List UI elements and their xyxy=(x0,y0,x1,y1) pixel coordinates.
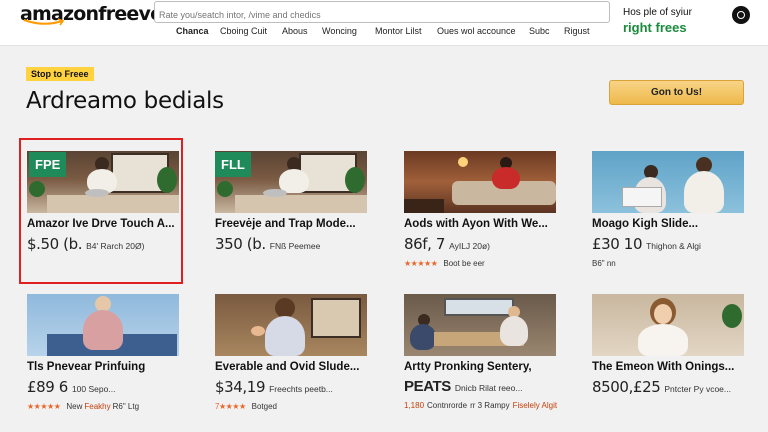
card-thumbnail xyxy=(215,294,367,356)
card-subtext: 1,180 xyxy=(404,401,425,410)
search-input[interactable] xyxy=(154,1,610,23)
card-thumbnail xyxy=(27,294,179,356)
rating-stars: ★★★★★ xyxy=(404,259,438,268)
card-price: $34,19 xyxy=(215,378,266,396)
promo-line1: Hos ple of syiur xyxy=(623,7,692,18)
card-title: Amazor Ive Drve Touch A... xyxy=(27,218,175,230)
product-card[interactable]: Artty Pronking Sentery, PEATS Dnicb Rila… xyxy=(404,294,558,410)
card-price: £30 10 xyxy=(592,235,643,253)
go-to-us-button[interactable]: Gon to Us! xyxy=(609,80,744,105)
card-title: Tls Pnevear Prinfuing xyxy=(27,361,146,373)
top-nav: Chanca Cboing Cuit Abous Woncing Montor … xyxy=(176,26,604,36)
card-price: 86f, 7 xyxy=(404,235,446,253)
top-header: amazonfreevee Chanca Cboing Cuit Abous W… xyxy=(0,0,768,46)
logo-smile-icon xyxy=(23,18,65,26)
nav-item[interactable]: Chanca xyxy=(176,26,220,36)
card-subtext: R6" Ltg xyxy=(112,402,140,411)
card-title: Aods with Ayon With We... xyxy=(404,218,548,230)
card-subtext: Feakhy xyxy=(84,402,111,411)
card-price: 8500,£25 xyxy=(592,378,661,396)
card-meta: AyILJ 20ø) xyxy=(449,241,491,251)
card-price: $.50 (b. xyxy=(27,235,83,253)
product-card[interactable]: Tls Pnevear Prinfuing £89 6 100 Sepo... … xyxy=(27,294,179,411)
product-card[interactable]: Aods with Ayon With We... 86f, 7 AyILJ 2… xyxy=(404,151,556,268)
card-title: Ṁoago Kigh Slide... xyxy=(592,218,699,230)
card-subtext: Botged xyxy=(251,402,277,411)
card-price: PEATS xyxy=(404,378,451,395)
card-thumbnail xyxy=(404,294,556,356)
card-thumbnail xyxy=(592,151,744,213)
nav-item[interactable]: Cboing Cuit xyxy=(220,26,282,36)
card-subtext: Boot be eer xyxy=(443,259,485,268)
card-meta: FNß Peemee xyxy=(269,241,321,251)
card-price: £89 6 xyxy=(27,378,68,396)
card-title: The Emeon With Onings... xyxy=(592,361,735,373)
card-title: Everable and Ovid Slude... xyxy=(215,361,360,373)
rating-stars: ★★★★★ xyxy=(27,402,61,411)
card-title: Freevėje and Trap Mode... xyxy=(215,218,356,230)
card-meta: Pntcter Py vcoe... xyxy=(664,384,731,394)
card-thumbnail xyxy=(592,294,744,356)
product-card[interactable]: FPE Amazor Ive Drve Touch A... $.50 (b. … xyxy=(27,151,179,253)
card-meta: Freechts peetb... xyxy=(269,384,333,394)
card-thumbnail: FLL xyxy=(215,151,367,213)
card-price: 350 (b. xyxy=(215,235,266,253)
section-tag: Stop to Freee xyxy=(26,67,94,81)
card-meta: 100 Sepo... xyxy=(71,384,116,394)
product-card[interactable]: FLL Freevėje and Trap Mode... 350 (b. FN… xyxy=(215,151,367,253)
promo-line2: right frees xyxy=(623,20,687,35)
page-title: Ardreamo bedials xyxy=(26,88,224,114)
product-card[interactable]: Everable and Ovid Slude... $34,19 Freech… xyxy=(215,294,367,411)
header-promo[interactable]: Hos ple of syiur right frees xyxy=(623,6,692,35)
card-subtext: Fiselely Algit xyxy=(512,401,558,410)
nav-item[interactable]: Oues wol accounce xyxy=(437,26,529,36)
card-thumbnail xyxy=(404,151,556,213)
card-meta: B4' Rarch 20Ø) xyxy=(86,241,145,251)
card-title: Artty Pronking Sentery, xyxy=(404,361,532,373)
card-badge: FPE xyxy=(29,152,67,177)
card-subtext: Contnrorde xyxy=(427,401,468,410)
nav-item[interactable]: Rigust xyxy=(564,26,604,36)
card-thumbnail: FPE xyxy=(27,151,179,213)
card-subtext: New xyxy=(66,402,83,411)
rating-stars: 7★★★★ xyxy=(215,402,246,411)
account-icon[interactable] xyxy=(732,6,750,24)
nav-item[interactable]: Subc xyxy=(529,26,564,36)
nav-item[interactable]: Abous xyxy=(282,26,322,36)
card-meta: Dnicb Rilat reeo... xyxy=(454,383,523,393)
nav-item[interactable]: Montor Lilst xyxy=(375,26,437,36)
product-card[interactable]: The Emeon With Onings... 8500,£25 Pntcte… xyxy=(592,294,744,396)
nav-item[interactable]: Woncing xyxy=(322,26,375,36)
card-badge: FLL xyxy=(215,152,251,177)
card-meta: Thighon & Algi xyxy=(646,241,701,251)
product-card[interactable]: Ṁoago Kigh Slide... £30 10 Thighon & Alg… xyxy=(592,151,744,268)
card-subtext: B6" nn xyxy=(592,259,616,268)
card-subtext: rr 3 Rampy xyxy=(470,401,510,410)
